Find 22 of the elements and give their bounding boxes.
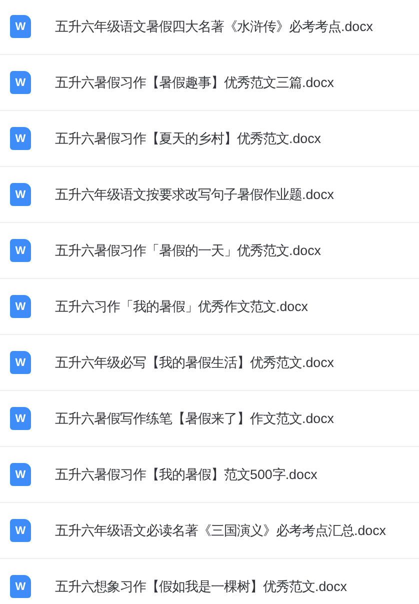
file-name[interactable]: 五升六想象习作【假如我是一棵树】优秀范文.docx — [55, 578, 348, 596]
file-name[interactable]: 五升六习作「我的暑假」优秀作文范文.docx — [55, 298, 308, 316]
file-name[interactable]: 五升六年级必写【我的暑假生活】优秀范文.docx — [55, 354, 334, 372]
file-name[interactable]: 五升六暑假写作练笔【暑假来了】作文范文.docx — [55, 410, 334, 428]
file-name[interactable]: 五升六年级语文按要求改写句子暑假作业题.docx — [55, 186, 334, 204]
word-document-icon: W — [10, 71, 31, 94]
word-document-icon: W — [10, 575, 31, 598]
file-name[interactable]: 五升六暑假习作「暑假的一天」优秀范文.docx — [55, 242, 322, 260]
word-document-icon: W — [10, 407, 31, 430]
file-name[interactable]: 五升六年级语文必读名著《三国演义》必考考点汇总.docx — [55, 522, 386, 540]
word-document-icon: W — [10, 183, 31, 206]
file-name[interactable]: 五升六暑假习作【我的暑假】范文500字.docx — [55, 466, 318, 484]
file-name[interactable]: 五升六暑假习作【夏天的乡村】优秀范文.docx — [55, 130, 322, 148]
word-document-icon: W — [10, 15, 31, 38]
word-document-icon: W — [10, 127, 31, 150]
word-document-icon: W — [10, 295, 31, 318]
word-document-icon: W — [10, 463, 31, 486]
word-document-icon: W — [10, 519, 31, 542]
file-name[interactable]: 五升六年级语文暑假四大名著《水浒传》必考考点.docx — [55, 18, 374, 36]
word-document-icon: W — [10, 351, 31, 374]
word-document-icon: W — [10, 239, 31, 262]
file-name[interactable]: 五升六暑假习作【暑假趣事】优秀范文三篇.docx — [55, 74, 334, 92]
